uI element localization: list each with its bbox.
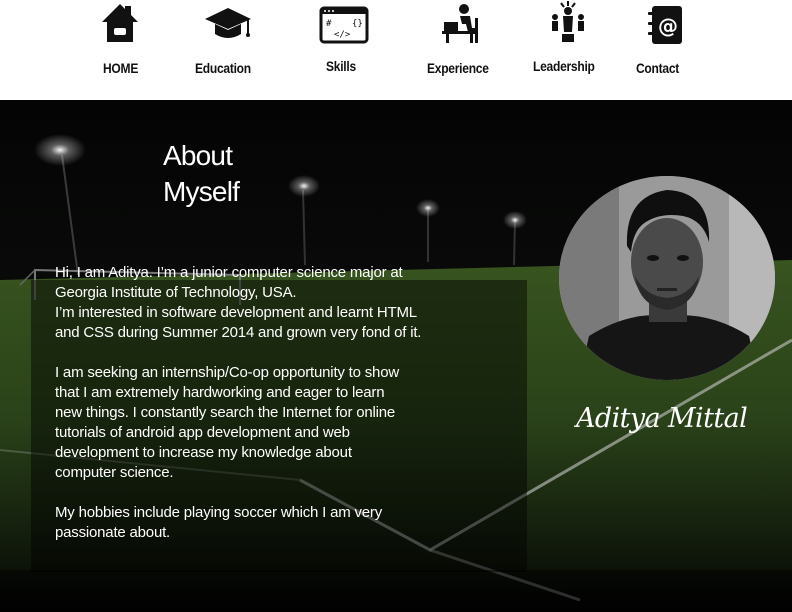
person-at-desk-icon (442, 4, 478, 43)
nav-leadership[interactable]: Leadership (532, 0, 608, 100)
leader-group-icon (552, 1, 584, 42)
bio-paragraph-hobbies: My hobbies include playing soccer which … (55, 503, 495, 543)
bio-line: development to increase my knowledge abo… (55, 444, 352, 461)
code-window-icon: # {} </> (319, 6, 369, 44)
nav-education[interactable]: Education (194, 0, 264, 100)
svg-text:#: # (326, 19, 332, 29)
bio-line: Georgia Institute of Technology, USA. (55, 284, 297, 301)
bio-paragraph-intro: Hi, I am Aditya. I’m a junior computer s… (55, 263, 495, 343)
svg-text:</>: </> (334, 30, 351, 40)
nav-contact[interactable]: @ Contact (636, 0, 696, 100)
nav-label-leadership: Leadership (533, 58, 595, 74)
profile-name: Aditya Mittal (576, 403, 748, 434)
bio-line: passionate about. (55, 524, 171, 541)
top-navigation: HOME Education # {} </> Skills Experienc… (0, 0, 792, 100)
svg-text:{}: {} (352, 19, 363, 29)
bio-line: My hobbies include playing soccer which … (55, 504, 383, 521)
bio-line: computer science. (55, 464, 174, 481)
bio-line: new things. I constantly search the Inte… (55, 404, 396, 421)
bio-line: that I am extremely hardworking and eage… (55, 384, 385, 401)
profile-photo (559, 176, 775, 380)
nav-label-contact: Contact (636, 60, 680, 76)
nav-home[interactable]: HOME (98, 0, 148, 100)
bio-text: Hi, I am Aditya. I’m a junior computer s… (55, 263, 495, 563)
about-title-line-1: About (163, 140, 233, 171)
graduation-cap-icon (205, 8, 251, 38)
bio-line: and CSS during Summer 2014 and grown ver… (55, 324, 422, 341)
bio-line: I am seeking an internship/Co-op opportu… (55, 364, 399, 381)
bio-line: tutorials of android app development and… (55, 424, 350, 441)
address-book-at-icon: @ (648, 6, 682, 44)
svg-text:@: @ (658, 14, 678, 38)
nav-experience[interactable]: Experience (426, 0, 502, 100)
home-icon (102, 4, 138, 42)
nav-label-skills: Skills (326, 58, 356, 74)
nav-skills[interactable]: # {} </> Skills (318, 0, 372, 100)
nav-label-experience: Experience (427, 60, 489, 76)
bio-line: I’m interested in software development a… (55, 304, 417, 321)
about-section: About Myself Hi, I am Aditya. I’m a juni… (0, 100, 792, 612)
bio-paragraph-goals: I am seeking an internship/Co-op opportu… (55, 363, 495, 483)
about-title: About Myself (163, 138, 323, 210)
nav-label-education: Education (195, 60, 251, 76)
profile-photo-illustration (559, 176, 775, 380)
nav-label-home: HOME (103, 60, 139, 76)
about-title-line-2: Myself (163, 176, 240, 207)
bio-line: Hi, I am Aditya. I’m a junior computer s… (55, 264, 403, 281)
